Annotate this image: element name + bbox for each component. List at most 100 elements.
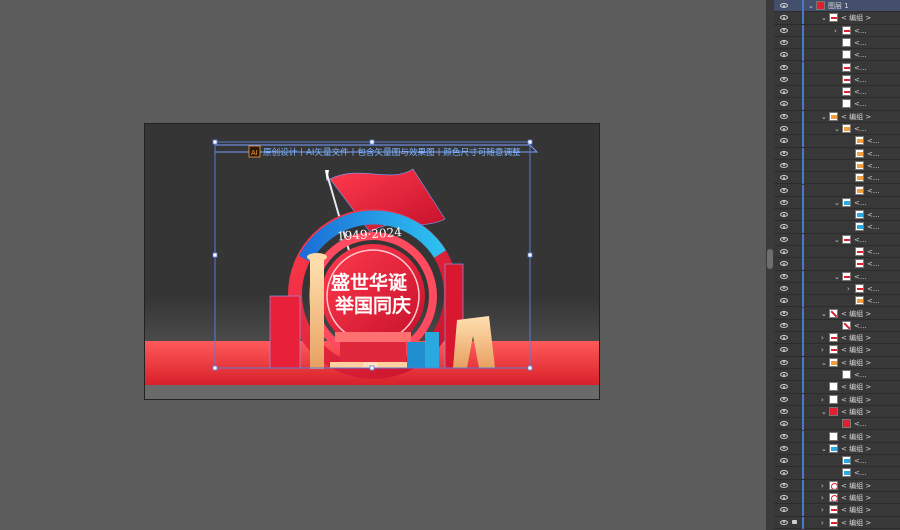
- layer-row[interactable]: <...: [774, 246, 900, 259]
- visibility-eye-icon[interactable]: [780, 433, 788, 439]
- layer-row[interactable]: <...: [774, 295, 900, 308]
- visibility-eye-icon[interactable]: [780, 76, 788, 82]
- layer-row[interactable]: ⌄ < 编组 >: [774, 307, 900, 320]
- chevron-down-icon[interactable]: ⌄: [821, 444, 827, 454]
- visibility-eye-icon[interactable]: [780, 39, 788, 45]
- visibility-eye-icon[interactable]: [780, 458, 788, 464]
- chevron-down-icon[interactable]: ⌄: [834, 198, 840, 208]
- layer-row[interactable]: <...: [774, 36, 900, 50]
- vertical-scrollbar[interactable]: [766, 0, 774, 530]
- visibility-eye-icon[interactable]: [780, 310, 788, 316]
- layer-row[interactable]: ⌄ < 编组 >: [774, 110, 900, 123]
- chevron-down-icon[interactable]: ⌄: [834, 235, 840, 245]
- chevron-right-icon[interactable]: ›: [821, 505, 824, 515]
- layer-row[interactable]: › < 编组 >: [774, 492, 900, 505]
- layer-row[interactable]: ⌄ <...: [774, 123, 900, 136]
- layer-row[interactable]: <...: [774, 467, 900, 480]
- layer-row[interactable]: <...: [774, 319, 900, 333]
- visibility-eye-icon[interactable]: [780, 335, 788, 341]
- layer-row[interactable]: <...: [774, 98, 900, 111]
- visibility-eye-icon[interactable]: [780, 298, 788, 304]
- visibility-eye-icon[interactable]: [780, 359, 788, 365]
- layer-row[interactable]: <...: [774, 61, 900, 74]
- layer-row[interactable]: <...: [774, 172, 900, 185]
- layer-row[interactable]: › < 编组 >: [774, 393, 900, 406]
- chevron-right-icon[interactable]: ›: [847, 284, 850, 294]
- layer-row[interactable]: <...: [774, 209, 900, 222]
- visibility-eye-icon[interactable]: [780, 236, 788, 242]
- layer-row[interactable]: › < 编组 >: [774, 332, 900, 345]
- visibility-eye-icon[interactable]: [780, 285, 788, 291]
- layer-row[interactable]: › <...: [774, 282, 900, 296]
- visibility-eye-icon[interactable]: [780, 187, 788, 193]
- chevron-down-icon[interactable]: ⌄: [808, 1, 814, 11]
- visibility-eye-icon[interactable]: [780, 408, 788, 414]
- visibility-eye-icon[interactable]: [780, 126, 788, 131]
- layer-row[interactable]: <...: [774, 369, 900, 382]
- layer-row[interactable]: ⌄ <...: [774, 270, 900, 283]
- visibility-eye-icon[interactable]: [780, 138, 788, 144]
- layer-row[interactable]: <...: [774, 159, 900, 173]
- layer-row[interactable]: <...: [774, 418, 900, 431]
- visibility-eye-icon[interactable]: [780, 212, 788, 218]
- chevron-down-icon[interactable]: ⌄: [834, 272, 840, 282]
- layer-row[interactable]: ⌄ < 编组 >: [774, 405, 900, 419]
- layer-row[interactable]: < 编组 >: [774, 381, 900, 394]
- layer-row[interactable]: < 编组 >: [774, 430, 900, 443]
- visibility-eye-icon[interactable]: [780, 322, 788, 328]
- layer-row[interactable]: ⌄ 图层 1: [774, 0, 900, 13]
- chevron-right-icon[interactable]: ›: [821, 493, 824, 503]
- visibility-eye-icon[interactable]: [780, 470, 788, 476]
- layer-row[interactable]: › < 编组 >: [774, 504, 900, 517]
- chevron-down-icon[interactable]: ⌄: [821, 358, 827, 368]
- visibility-eye-icon[interactable]: [780, 113, 788, 119]
- visibility-eye-icon[interactable]: [780, 507, 788, 513]
- lock-icon[interactable]: [792, 519, 797, 524]
- layer-row[interactable]: <...: [774, 184, 900, 197]
- layer-row[interactable]: <...: [774, 147, 900, 160]
- visibility-eye-icon[interactable]: [780, 519, 788, 525]
- visibility-eye-icon[interactable]: [780, 150, 788, 156]
- chevron-right-icon[interactable]: ›: [821, 481, 824, 491]
- visibility-eye-icon[interactable]: [780, 199, 788, 205]
- visibility-eye-icon[interactable]: [780, 384, 788, 390]
- visibility-eye-icon[interactable]: [780, 445, 788, 451]
- canvas-area[interactable]: AI 原创设计丨AI矢量文件丨包含矢量图与效果图丨颜色尺寸可随意调整 1949·…: [0, 0, 766, 530]
- visibility-eye-icon[interactable]: [780, 224, 788, 230]
- chevron-right-icon[interactable]: ›: [821, 345, 824, 355]
- visibility-eye-icon[interactable]: [780, 64, 788, 70]
- layer-row[interactable]: › < 编组 >: [774, 344, 900, 357]
- chevron-right-icon[interactable]: ›: [834, 26, 837, 36]
- visibility-eye-icon[interactable]: [780, 421, 788, 427]
- visibility-eye-icon[interactable]: [780, 27, 788, 33]
- visibility-eye-icon[interactable]: [780, 3, 788, 8]
- visibility-eye-icon[interactable]: [780, 261, 788, 267]
- layer-row[interactable]: <...: [774, 49, 900, 62]
- layer-row[interactable]: ⌄ < 编组 >: [774, 356, 900, 369]
- visibility-eye-icon[interactable]: [780, 482, 788, 488]
- chevron-down-icon[interactable]: ⌄: [821, 112, 827, 122]
- layer-row[interactable]: <...: [774, 86, 900, 99]
- chevron-right-icon[interactable]: ›: [821, 518, 824, 528]
- layer-row[interactable]: <...: [774, 455, 900, 468]
- layer-row[interactable]: <...: [774, 258, 900, 271]
- layer-row[interactable]: <...: [774, 73, 900, 87]
- visibility-eye-icon[interactable]: [780, 101, 788, 107]
- layer-row[interactable]: ⌄ < 编组 >: [774, 12, 900, 25]
- layer-row[interactable]: ⌄ < 编组 >: [774, 442, 900, 456]
- visibility-eye-icon[interactable]: [780, 52, 788, 58]
- layer-row[interactable]: <...: [774, 221, 900, 234]
- chevron-down-icon[interactable]: ⌄: [821, 13, 827, 23]
- visibility-eye-icon[interactable]: [780, 249, 788, 254]
- chevron-down-icon[interactable]: ⌄: [821, 407, 827, 417]
- visibility-eye-icon[interactable]: [780, 347, 788, 353]
- layer-row[interactable]: › < 编组 >: [774, 516, 900, 529]
- layer-row[interactable]: <...: [774, 135, 900, 148]
- layer-row[interactable]: › < 编组 >: [774, 479, 900, 492]
- visibility-eye-icon[interactable]: [780, 89, 788, 95]
- chevron-right-icon[interactable]: ›: [821, 395, 824, 405]
- scrollbar-thumb[interactable]: [767, 249, 773, 269]
- chevron-down-icon[interactable]: ⌄: [834, 124, 840, 134]
- layer-row[interactable]: ⌄ <...: [774, 196, 900, 210]
- layer-row[interactable]: › <...: [774, 24, 900, 37]
